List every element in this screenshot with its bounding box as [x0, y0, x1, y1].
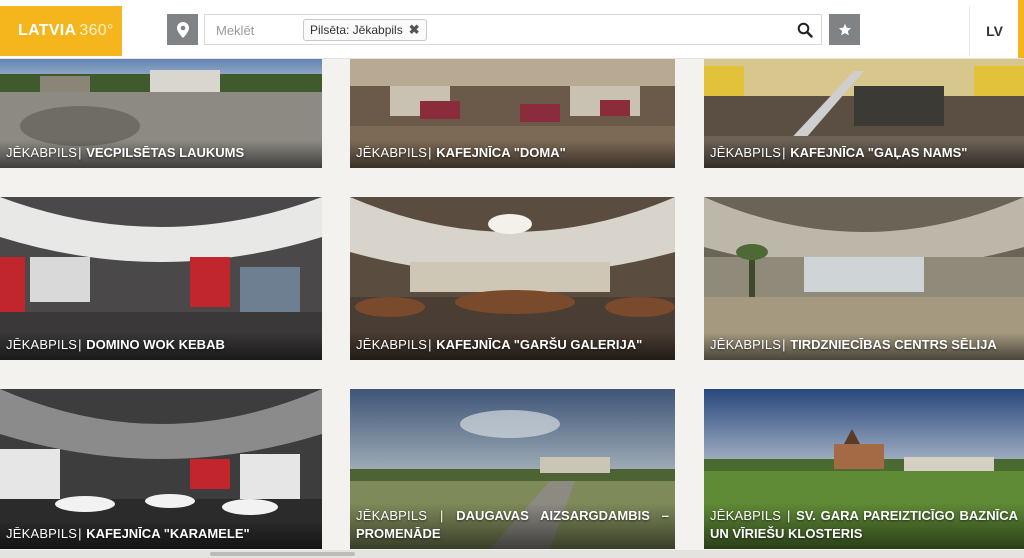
panorama-tile[interactable]: JĒKABPILS | SV. GARA PAREIZTICĪGO BAZNĪC… [704, 389, 1024, 549]
caption-separator: | [428, 337, 432, 352]
city-name: JĒKABPILS [356, 508, 428, 523]
remove-filter-icon[interactable]: ✖ [409, 20, 420, 40]
tile-caption: JĒKABPILS| KAFEJNĪCA "GARŠU GALERIJA" [350, 332, 675, 360]
panorama-tile[interactable]: JĒKABPILS | DAUGAVAS AIZSARGDAMBIS – PRO… [350, 389, 675, 549]
filter-chip-label: Pilsēta: Jēkabpils [310, 23, 403, 37]
horizontal-scrollbar[interactable] [0, 550, 1024, 558]
star-icon [838, 23, 851, 35]
place-name: KAFEJNĪCA "DOMA" [436, 145, 566, 160]
logo-text: LATVIA [18, 22, 77, 39]
tile-caption: JĒKABPILS| VECPILSĒTAS LAUKUMS [0, 140, 322, 168]
scrollbar-thumb[interactable] [210, 552, 355, 556]
caption-separator: | [786, 508, 791, 523]
panorama-tile[interactable]: JĒKABPILS| TIRDZNIECĪBAS CENTRS SĒLIJA [704, 197, 1024, 360]
tile-caption: JĒKABPILS| TIRDZNIECĪBAS CENTRS SĒLIJA [704, 332, 1024, 360]
place-name: TIRDZNIECĪBAS CENTRS SĒLIJA [790, 337, 997, 352]
logo-suffix: 360° [79, 22, 114, 39]
caption-separator: | [782, 145, 786, 160]
top-header: LATVIA 360° Pilsēta: Jēkabpils ✖ LV [0, 0, 1024, 59]
tile-caption: JĒKABPILS | DAUGAVAS AIZSARGDAMBIS – PRO… [350, 503, 675, 549]
city-name: JĒKABPILS [6, 337, 78, 352]
site-logo[interactable]: LATVIA 360° [0, 6, 122, 56]
tile-caption: JĒKABPILS | SV. GARA PAREIZTICĪGO BAZNĪC… [704, 503, 1024, 549]
panorama-tile[interactable]: JĒKABPILS| KAFEJNĪCA "DOMA" [350, 56, 675, 168]
city-name: JĒKABPILS [710, 145, 782, 160]
place-name: KAFEJNĪCA "KARAMELE" [86, 526, 250, 541]
search-icon[interactable] [797, 22, 813, 38]
caption-separator: | [78, 526, 82, 541]
tile-caption: JĒKABPILS| KAFEJNĪCA "DOMA" [350, 140, 675, 168]
accent-strip [1018, 0, 1024, 58]
search-input[interactable] [206, 16, 308, 45]
caption-separator: | [78, 145, 82, 160]
panorama-tile[interactable]: JĒKABPILS| KAFEJNĪCA "KARAMELE" [0, 389, 322, 549]
city-name: JĒKABPILS [356, 337, 428, 352]
caption-separator: | [428, 145, 432, 160]
tile-caption: JĒKABPILS| KAFEJNĪCA "GAĻAS NAMS" [704, 140, 1024, 168]
city-name: JĒKABPILS [356, 145, 428, 160]
city-name: JĒKABPILS [710, 508, 782, 523]
panorama-tile[interactable]: JĒKABPILS| KAFEJNĪCA "GARŠU GALERIJA" [350, 197, 675, 360]
panorama-tile[interactable]: JĒKABPILS| KAFEJNĪCA "GAĻAS NAMS" [704, 56, 1024, 168]
caption-separator: | [440, 508, 444, 523]
city-name: JĒKABPILS [6, 145, 78, 160]
favorites-button[interactable] [829, 14, 860, 45]
map-pin-icon [176, 21, 189, 38]
location-button[interactable] [167, 14, 198, 45]
place-name: KAFEJNĪCA "GAĻAS NAMS" [790, 145, 968, 160]
caption-separator: | [782, 337, 786, 352]
place-name: VECPILSĒTAS LAUKUMS [86, 145, 245, 160]
search-bar: Pilsēta: Jēkabpils ✖ [204, 14, 822, 45]
language-switch[interactable]: LV [969, 6, 1019, 56]
city-name: JĒKABPILS [710, 337, 782, 352]
panorama-tile[interactable]: JĒKABPILS| DOMINO WOK KEBAB [0, 197, 322, 360]
tile-caption: JĒKABPILS| DOMINO WOK KEBAB [0, 332, 322, 360]
panorama-tile[interactable]: JĒKABPILS| VECPILSĒTAS LAUKUMS [0, 56, 322, 168]
place-name: KAFEJNĪCA "GARŠU GALERIJA" [436, 337, 643, 352]
caption-separator: | [78, 337, 82, 352]
city-name: JĒKABPILS [6, 526, 78, 541]
city-filter-chip: Pilsēta: Jēkabpils ✖ [303, 19, 427, 41]
place-name: DOMINO WOK KEBAB [86, 337, 225, 352]
tile-caption: JĒKABPILS| KAFEJNĪCA "KARAMELE" [0, 521, 322, 549]
